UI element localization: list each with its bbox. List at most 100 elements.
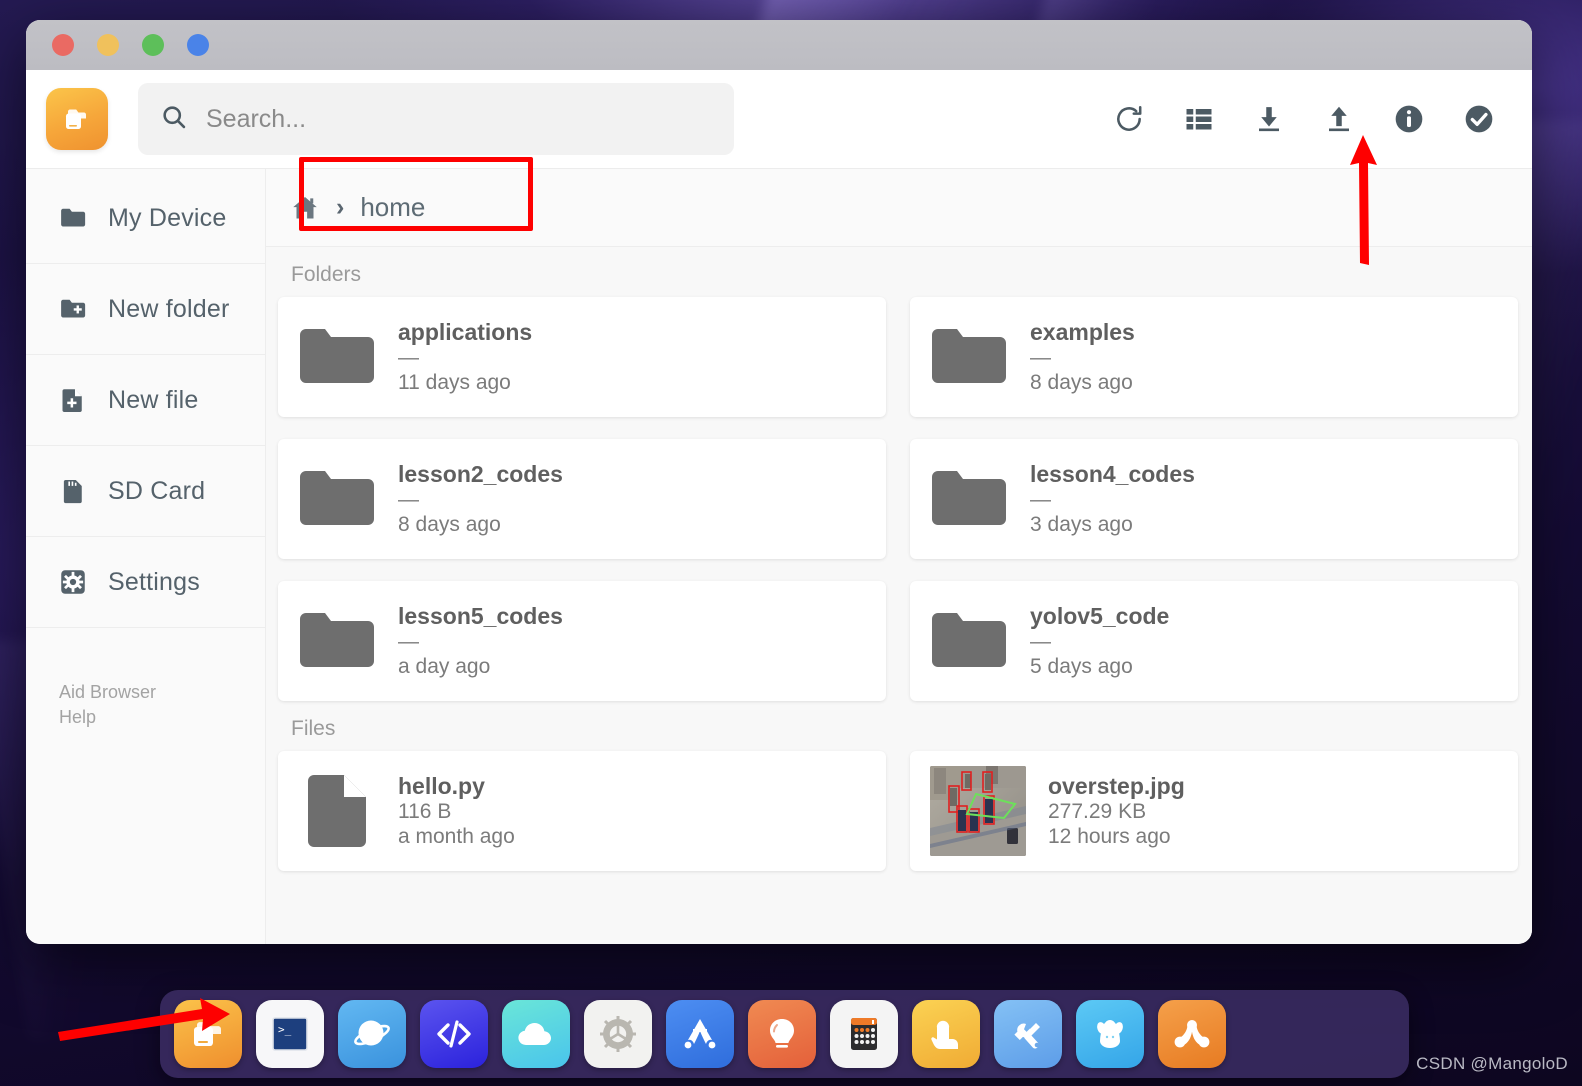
search-icon <box>160 103 188 136</box>
folder-card[interactable]: lesson5_codes — a day ago <box>278 581 886 701</box>
folder-plus-icon <box>58 294 88 324</box>
folder-time: 11 days ago <box>398 371 511 395</box>
folder-card[interactable]: applications — 11 days ago <box>278 297 886 417</box>
folder-time: 8 days ago <box>398 513 501 537</box>
sidebar-item-label: New folder <box>108 294 230 323</box>
folder-card[interactable]: lesson4_codes — 3 days ago <box>910 439 1518 559</box>
sidebar-item-sd-card[interactable]: SD Card <box>26 446 265 537</box>
app-header <box>26 70 1532 168</box>
folders-section-label: Folders <box>291 263 362 286</box>
dock-item-cloud[interactable] <box>502 1000 570 1068</box>
breadcrumb-path[interactable]: home <box>360 192 425 223</box>
file-name: hello.py <box>398 773 485 800</box>
dock-item-calculator[interactable] <box>830 1000 898 1068</box>
dock-item-node-graph[interactable] <box>1158 1000 1226 1068</box>
dock-item-touch[interactable] <box>912 1000 980 1068</box>
folders-grid: applications — 11 days ago examples — 8 … <box>278 297 1518 701</box>
file-name: overstep.jpg <box>1048 773 1185 800</box>
folder-size: — <box>398 630 419 654</box>
list-view-icon[interactable] <box>1182 102 1216 136</box>
sidebar-item-label: My Device <box>108 203 227 232</box>
folder-icon <box>298 322 376 392</box>
folder-icon <box>298 464 376 534</box>
folder-icon <box>298 606 376 676</box>
folder-time: a day ago <box>398 655 491 679</box>
dock-item-lightbulb[interactable] <box>748 1000 816 1068</box>
dock-item-code-editor[interactable] <box>420 1000 488 1068</box>
folder-card[interactable]: examples — 8 days ago <box>910 297 1518 417</box>
dock-item-mouse[interactable] <box>1076 1000 1144 1068</box>
sd-card-icon <box>58 476 88 506</box>
folder-size: — <box>398 346 419 370</box>
folder-icon <box>930 322 1008 392</box>
sidebar-item-new-folder[interactable]: New folder <box>26 264 265 355</box>
header-toolbar <box>1112 102 1508 136</box>
folder-icon <box>930 464 1008 534</box>
download-icon[interactable] <box>1252 102 1286 136</box>
svg-text:>_: >_ <box>278 1023 292 1036</box>
folder-name: applications <box>398 319 533 346</box>
folder-icon <box>930 606 1008 676</box>
file-plus-icon <box>58 385 88 415</box>
sidebar-footer: Aid Browser Help <box>26 628 265 730</box>
window-extra-button[interactable] <box>187 34 209 56</box>
sidebar-item-my-device[interactable]: My Device <box>26 173 265 264</box>
folder-name: examples <box>1030 319 1135 346</box>
folder-icon <box>58 203 88 233</box>
folder-size: — <box>1030 346 1051 370</box>
files-grid: hello.py 116 B a month ago overstep.jpg … <box>278 751 1518 871</box>
files-app-icon <box>46 88 108 150</box>
dock-item-aid[interactable] <box>666 1000 734 1068</box>
file-card[interactable]: hello.py 116 B a month ago <box>278 751 886 871</box>
upload-icon[interactable] <box>1322 102 1356 136</box>
sidebar-item-label: New file <box>108 385 199 414</box>
window-titlebar <box>26 20 1532 70</box>
image-thumbnail <box>930 766 1026 856</box>
watermark: CSDN @MangoloD <box>1416 1054 1568 1073</box>
breadcrumb-separator: › <box>336 193 345 221</box>
files-section-label: Files <box>291 717 336 740</box>
folder-time: 3 days ago <box>1030 513 1133 537</box>
folder-size: — <box>1030 630 1051 654</box>
file-manager-window: My Device New folder <box>26 20 1532 944</box>
file-time: 12 hours ago <box>1048 825 1171 849</box>
dock-item-settings[interactable] <box>584 1000 652 1068</box>
file-icon <box>298 775 376 847</box>
check-circle-icon[interactable] <box>1462 102 1496 136</box>
sidebar-item-settings[interactable]: Settings <box>26 537 265 628</box>
sidebar-item-new-file[interactable]: New file <box>26 355 265 446</box>
folder-name: lesson5_codes <box>398 603 563 630</box>
aid-browser-link[interactable]: Aid Browser <box>59 680 265 705</box>
dock-item-files[interactable] <box>174 1000 242 1068</box>
folder-name: yolov5_code <box>1030 603 1170 630</box>
folder-time: 8 days ago <box>1030 371 1133 395</box>
folder-name: lesson2_codes <box>398 461 563 488</box>
dock: >_ <box>160 990 1409 1078</box>
folder-size: — <box>1030 488 1051 512</box>
window-close-button[interactable] <box>52 34 74 56</box>
folder-name: lesson4_codes <box>1030 461 1195 488</box>
info-icon[interactable] <box>1392 102 1426 136</box>
folder-card[interactable]: lesson2_codes — 8 days ago <box>278 439 886 559</box>
sidebar-item-label: Settings <box>108 567 200 596</box>
folder-card[interactable]: yolov5_code — 5 days ago <box>910 581 1518 701</box>
main-content: › home Folders applications — 11 days ag… <box>266 169 1532 944</box>
sidebar-item-label: SD Card <box>108 476 206 505</box>
file-time: a month ago <box>398 825 515 849</box>
file-card[interactable]: overstep.jpg 277.29 KB 12 hours ago <box>910 751 1518 871</box>
dock-item-tools[interactable] <box>994 1000 1062 1068</box>
window-maximize-button[interactable] <box>142 34 164 56</box>
search-bar[interactable] <box>138 83 734 155</box>
file-size: 116 B <box>398 800 452 824</box>
search-input[interactable] <box>206 104 712 134</box>
dock-item-browser[interactable] <box>338 1000 406 1068</box>
breadcrumb: › home <box>266 169 1532 247</box>
window-minimize-button[interactable] <box>97 34 119 56</box>
help-link[interactable]: Help <box>59 705 265 730</box>
home-icon[interactable] <box>290 193 320 223</box>
gear-icon <box>58 567 88 597</box>
sidebar: My Device New folder New file SD Card Se… <box>26 169 266 944</box>
window-body: My Device New folder New file SD Card Se… <box>26 168 1532 944</box>
dock-item-terminal[interactable]: >_ <box>256 1000 324 1068</box>
refresh-icon[interactable] <box>1112 102 1146 136</box>
